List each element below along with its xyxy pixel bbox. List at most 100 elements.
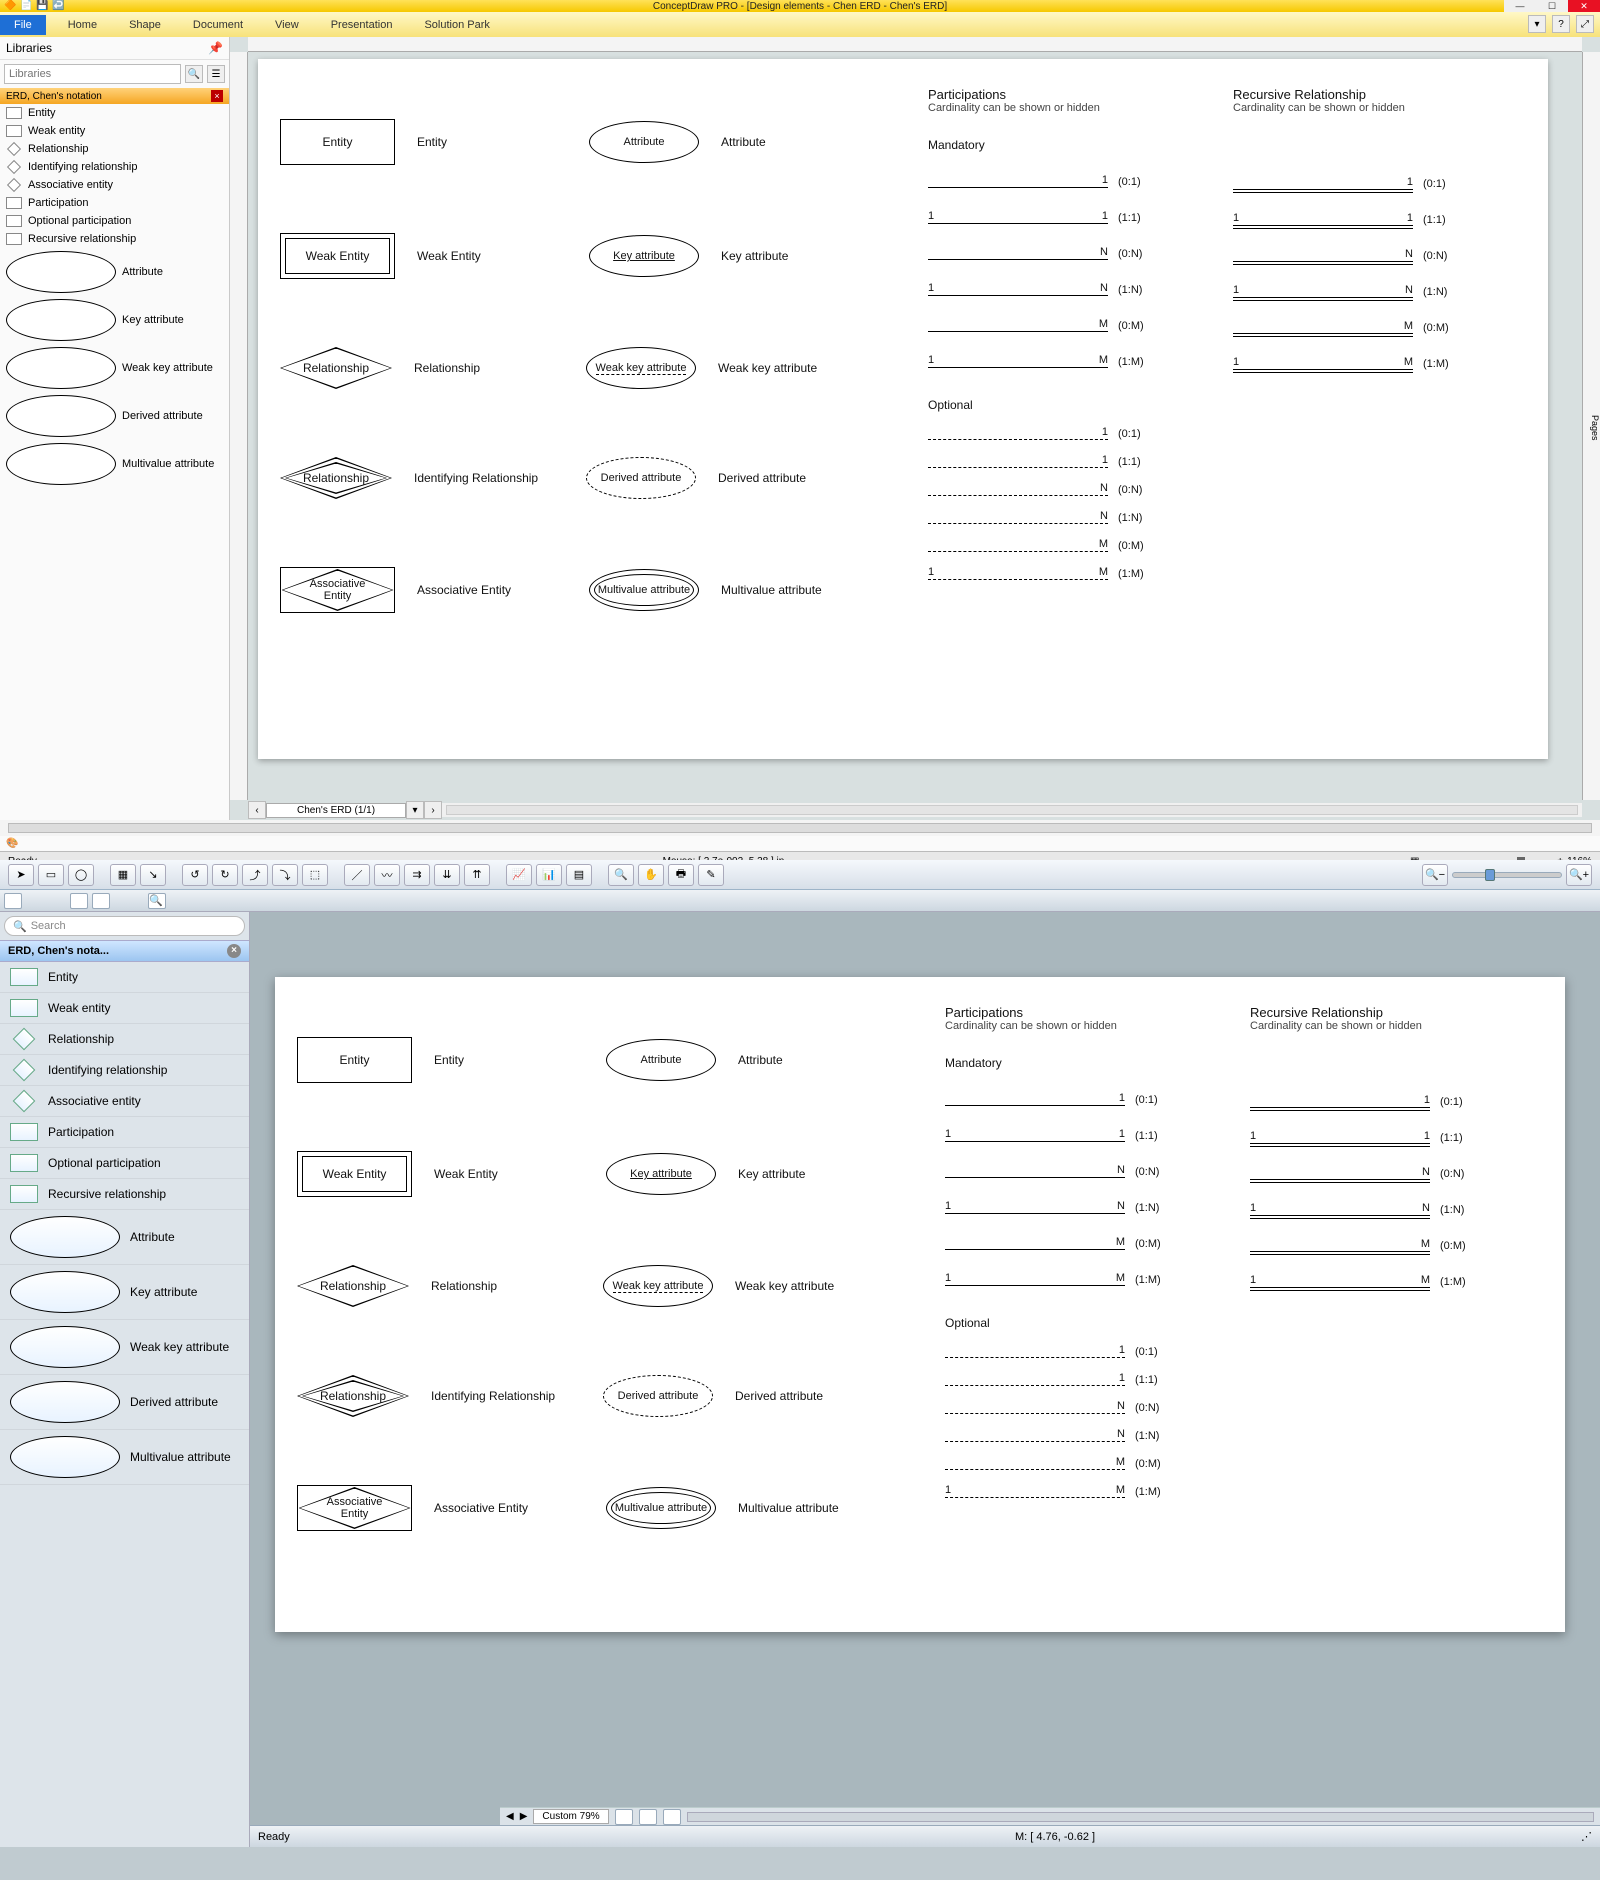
participation-line[interactable]: N xyxy=(945,1428,1125,1442)
attribute-shape[interactable]: Multivalue attribute xyxy=(589,569,699,611)
library-item[interactable]: Associative entity xyxy=(0,176,229,194)
group-tool-button[interactable]: ⬚ xyxy=(302,864,328,886)
participation-line[interactable]: 1N xyxy=(928,282,1108,296)
weak-entity-shape[interactable]: Weak Entity xyxy=(297,1151,412,1197)
participation-line[interactable]: 11 xyxy=(945,1128,1125,1142)
library-item[interactable]: Weak entity xyxy=(0,122,229,140)
library-item[interactable]: Recursive relationship xyxy=(0,1179,249,1210)
library-search-input[interactable]: 🔍 Search xyxy=(4,916,245,936)
participation-line[interactable]: M xyxy=(945,1456,1125,1470)
library-category-header[interactable]: ERD, Chen's nota... × xyxy=(0,940,249,962)
print-button[interactable]: 🖶 xyxy=(668,864,694,886)
view-grid-button[interactable] xyxy=(70,893,88,909)
menu-document[interactable]: Document xyxy=(177,15,259,35)
library-item[interactable]: Associative entity xyxy=(0,1086,249,1117)
library-item[interactable]: Relationship xyxy=(0,1024,249,1055)
participation-line[interactable]: 1M xyxy=(945,1484,1125,1498)
participation-line[interactable]: N xyxy=(945,1400,1125,1414)
menu-view[interactable]: View xyxy=(259,15,315,35)
assoc-entity-shape[interactable]: AssociativeEntity xyxy=(280,567,395,613)
page[interactable]: Entity Entity Attribute Attribute Weak E… xyxy=(275,977,1565,1632)
entity-shape[interactable]: Entity xyxy=(280,119,395,165)
library-item[interactable]: Identifying relationship xyxy=(0,1055,249,1086)
diamond-shape[interactable]: Relationship xyxy=(297,1375,409,1417)
participation-line[interactable]: 1M xyxy=(1233,356,1413,370)
participation-line[interactable]: 1 xyxy=(1233,176,1413,190)
library-item[interactable]: Recursive relationship xyxy=(0,230,229,248)
pointer-tool-button[interactable]: ➤ xyxy=(8,864,34,886)
menu-solution-park[interactable]: Solution Park xyxy=(408,15,505,35)
minimize-button[interactable]: — xyxy=(1504,0,1536,12)
library-search-input[interactable] xyxy=(4,64,181,84)
menu-presentation[interactable]: Presentation xyxy=(315,15,409,35)
library-item[interactable]: Weak key attribute xyxy=(0,344,229,392)
participation-line[interactable]: N xyxy=(945,1164,1125,1178)
branch-tool-button[interactable]: ⤴ xyxy=(242,864,268,886)
view-list-button[interactable] xyxy=(4,893,22,909)
library-item[interactable]: Participation xyxy=(0,1117,249,1148)
rect-tool-button[interactable]: ▭ xyxy=(38,864,64,886)
library-item[interactable]: Derived attribute xyxy=(0,392,229,440)
prev-page-button[interactable]: ◀ xyxy=(506,1811,514,1822)
library-item[interactable]: Weak key attribute xyxy=(0,1320,249,1375)
participation-line[interactable]: 1 xyxy=(928,426,1108,440)
participation-line[interactable]: 1N xyxy=(945,1200,1125,1214)
participation-line[interactable]: 1 xyxy=(928,174,1108,188)
qat-icon[interactable]: 📄 xyxy=(20,0,32,12)
attribute-shape[interactable]: Weak key attribute xyxy=(586,347,696,389)
close-button[interactable]: ✕ xyxy=(1568,0,1600,12)
zoom-combo[interactable]: Custom 79% xyxy=(533,1809,608,1824)
help-icon[interactable]: ? xyxy=(1552,15,1570,33)
participation-line[interactable]: 1N xyxy=(1250,1202,1430,1216)
attribute-shape[interactable]: Key attribute xyxy=(606,1153,716,1195)
weak-entity-shape[interactable]: Weak Entity xyxy=(280,233,395,279)
zoom-in-icon[interactable]: 🔍+ xyxy=(1566,864,1592,886)
qat-icon[interactable]: ↩️ xyxy=(52,0,64,12)
library-item[interactable]: Optional participation xyxy=(0,1148,249,1179)
diamond-shape[interactable]: Relationship xyxy=(280,457,392,499)
chart3-tool-button[interactable]: ▤ xyxy=(566,864,592,886)
pin-icon[interactable]: 📌 xyxy=(208,41,223,55)
hscrollbar[interactable] xyxy=(687,1812,1594,1822)
dist2-tool-button[interactable]: ⇈ xyxy=(464,864,490,886)
line-tool-button[interactable]: ／ xyxy=(344,864,370,886)
participation-line[interactable]: N xyxy=(928,510,1108,524)
pages-panel-tab[interactable]: Pages xyxy=(1582,52,1600,800)
attribute-shape[interactable]: Multivalue attribute xyxy=(606,1487,716,1529)
participation-line[interactable]: N xyxy=(928,482,1108,496)
chart-tool-button[interactable]: 📈 xyxy=(506,864,532,886)
participation-line[interactable]: 11 xyxy=(928,210,1108,224)
participation-line[interactable]: N xyxy=(928,246,1108,260)
page[interactable]: Entity Entity Attribute Attribute Weak E… xyxy=(258,59,1548,759)
library-category-header[interactable]: ERD, Chen's notation × xyxy=(0,88,229,104)
mac-drawing-canvas[interactable]: Entity Entity Attribute Attribute Weak E… xyxy=(250,912,1600,1847)
participation-line[interactable]: 1 xyxy=(928,454,1108,468)
participation-line[interactable]: M xyxy=(945,1236,1125,1250)
search-icon[interactable]: 🔍 xyxy=(185,65,203,83)
chart2-tool-button[interactable]: 📊 xyxy=(536,864,562,886)
view-thumb-button[interactable] xyxy=(92,893,110,909)
library-item[interactable]: Attribute xyxy=(0,248,229,296)
participation-line[interactable]: M xyxy=(928,538,1108,552)
zoom-in-button[interactable]: 🔍 xyxy=(608,864,634,886)
view2-button[interactable] xyxy=(639,1809,657,1825)
zoom-slider[interactable] xyxy=(1452,872,1562,878)
link-tool-button[interactable]: ↺ xyxy=(182,864,208,886)
participation-line[interactable]: 1M xyxy=(928,354,1108,368)
expand-icon[interactable]: ⤢ xyxy=(1576,15,1594,33)
attribute-shape[interactable]: Derived attribute xyxy=(586,457,696,499)
library-item[interactable]: Multivalue attribute xyxy=(0,440,229,488)
eyedrop-button[interactable]: ✎ xyxy=(698,864,724,886)
library-item[interactable]: Entity xyxy=(0,104,229,122)
menu-home[interactable]: Home xyxy=(52,15,113,35)
branch2-tool-button[interactable]: ⤵ xyxy=(272,864,298,886)
participation-line[interactable]: 1 xyxy=(945,1372,1125,1386)
next-page-button[interactable]: ▶ xyxy=(520,1811,528,1822)
left-hscroll[interactable] xyxy=(0,820,1600,836)
hscrollbar[interactable] xyxy=(446,805,1578,815)
curve-tool-button[interactable]: 〰 xyxy=(374,864,400,886)
participation-line[interactable]: M xyxy=(1233,320,1413,334)
participation-line[interactable]: M xyxy=(1250,1238,1430,1252)
participation-line[interactable]: N xyxy=(1233,248,1413,262)
participation-line[interactable]: 11 xyxy=(1250,1130,1430,1144)
